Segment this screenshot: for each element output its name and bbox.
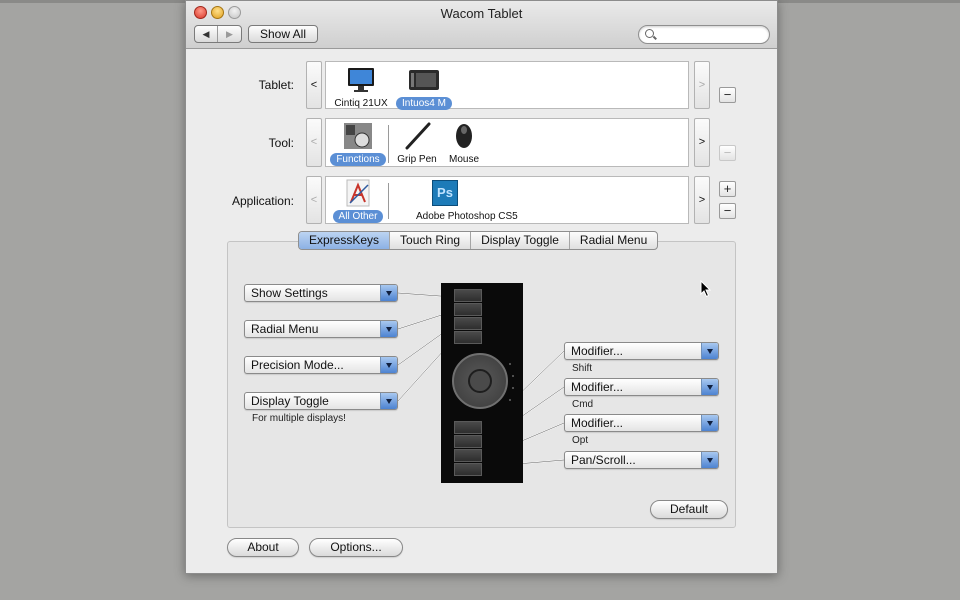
expresskey-3-dropdown[interactable]: Precision Mode... bbox=[244, 356, 398, 374]
chevron-down-icon bbox=[380, 357, 397, 373]
led-dot bbox=[512, 387, 514, 389]
dropdown-value: Pan/Scroll... bbox=[571, 453, 636, 467]
options-button[interactable]: Options... bbox=[309, 538, 403, 557]
led-dot bbox=[509, 363, 511, 365]
touch-ring-center-button[interactable] bbox=[468, 369, 492, 393]
expresskey-1-dropdown[interactable]: Show Settings bbox=[244, 284, 398, 302]
default-button[interactable]: Default bbox=[650, 500, 728, 519]
dropdown-value: Modifier... bbox=[571, 344, 624, 358]
expresskey-8-dropdown[interactable]: Pan/Scroll... bbox=[564, 451, 719, 469]
expresskey-7[interactable] bbox=[454, 449, 482, 462]
chevron-down-icon bbox=[701, 452, 718, 468]
expresskey-4-dropdown[interactable]: Display Toggle bbox=[244, 392, 398, 410]
chevron-down-icon bbox=[701, 343, 718, 359]
expresskey-5-note: Shift bbox=[572, 363, 593, 374]
chevron-down-icon bbox=[380, 321, 397, 337]
expresskey-6[interactable] bbox=[454, 435, 482, 448]
expresskey-5-dropdown[interactable]: Modifier... bbox=[564, 342, 719, 360]
expresskey-2[interactable] bbox=[454, 303, 482, 316]
dropdown-value: Radial Menu bbox=[251, 322, 319, 336]
led-dot bbox=[512, 375, 514, 377]
expresskey-7-dropdown[interactable]: Modifier... bbox=[564, 414, 719, 432]
expresskey-3[interactable] bbox=[454, 317, 482, 330]
chevron-down-icon bbox=[701, 379, 718, 395]
dropdown-value: Display Toggle bbox=[251, 394, 329, 408]
dropdown-value: Show Settings bbox=[251, 286, 328, 300]
expresskey-4-note: For multiple displays! bbox=[252, 413, 346, 424]
chevron-down-icon bbox=[701, 415, 718, 431]
expresskey-7-note: Opt bbox=[572, 435, 589, 446]
about-button[interactable]: About bbox=[227, 538, 299, 557]
expresskey-1[interactable] bbox=[454, 289, 482, 302]
tablet-diagram bbox=[441, 283, 523, 483]
chevron-down-icon bbox=[380, 285, 397, 301]
expresskey-4[interactable] bbox=[454, 331, 482, 344]
touch-ring[interactable] bbox=[452, 353, 508, 409]
dropdown-value: Modifier... bbox=[571, 416, 624, 430]
expresskey-6-dropdown[interactable]: Modifier... bbox=[564, 378, 719, 396]
dropdown-value: Precision Mode... bbox=[251, 358, 344, 372]
mouse-pointer-icon bbox=[700, 280, 712, 298]
expresskey-2-dropdown[interactable]: Radial Menu bbox=[244, 320, 398, 338]
expresskey-8[interactable] bbox=[454, 463, 482, 476]
led-dot bbox=[509, 399, 511, 401]
expresskey-5[interactable] bbox=[454, 421, 482, 434]
preferences-window: Wacom Tablet ◀ ▶ Show All Tablet: < Cint… bbox=[185, 0, 778, 574]
dropdown-value: Modifier... bbox=[571, 380, 624, 394]
chevron-down-icon bbox=[380, 393, 397, 409]
expresskey-6-note: Cmd bbox=[572, 399, 594, 410]
